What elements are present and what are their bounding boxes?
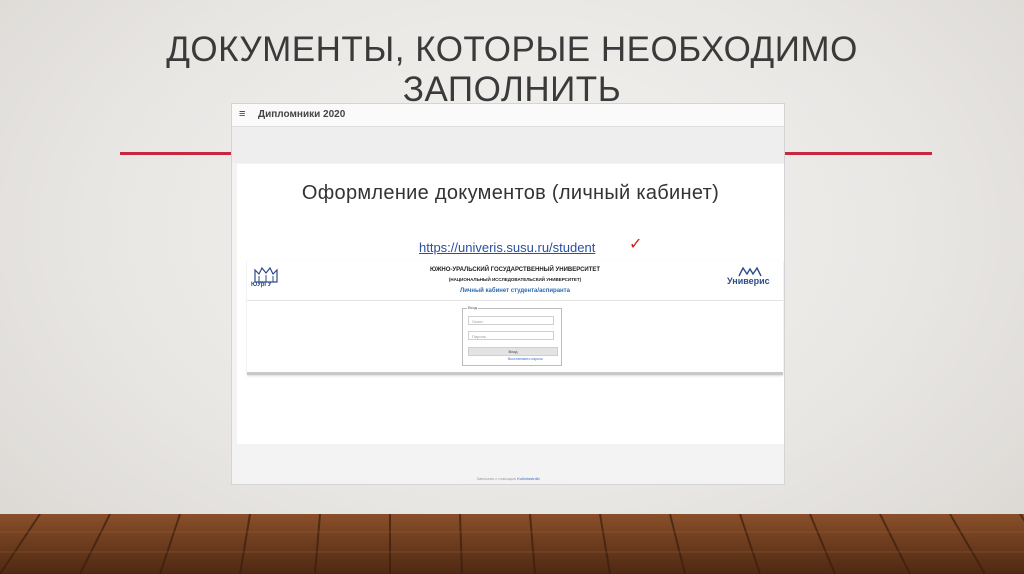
- panel-heading: Оформление документов (личный кабинет): [301, 182, 720, 204]
- login-button[interactable]: Вход: [468, 347, 558, 356]
- university-name: ЮЖНО-УРАЛЬСКИЙ ГОСУДАРСТВЕННЫЙ УНИВЕРСИТ…: [429, 267, 601, 273]
- cabinet-title: Личный кабинет студента/аспиранта: [460, 288, 570, 294]
- right-logo-label: Универис: [727, 276, 770, 286]
- app-header-band: [232, 127, 784, 163]
- accent-rule-left: [120, 152, 232, 155]
- floor-planks-icon: [0, 514, 1024, 574]
- hamburger-icon[interactable]: ≡: [239, 108, 245, 120]
- footer-brand: Kollchastniki: [517, 476, 540, 481]
- student-portal-link[interactable]: https://univeris.susu.ru/student: [419, 240, 595, 255]
- login-form: Вход Логин Пароль Вход Восстановить паро…: [462, 305, 562, 366]
- university-subtitle: (НАЦИОНАЛЬНЫЙ ИССЛЕДОВАТЕЛЬСКИЙ УНИВЕРСИ…: [448, 277, 582, 282]
- accent-rule-right: [782, 152, 932, 155]
- screenshot-footer: Записано с помощью Kollchastniki: [232, 476, 784, 481]
- content-panel: Оформление документов (личный кабинет) h…: [237, 164, 784, 444]
- footer-prefix: Записано с помощью: [476, 476, 517, 481]
- forgot-password-link[interactable]: Восстановить пароль: [508, 357, 543, 361]
- wooden-floor: [0, 514, 1024, 574]
- slide-title-line1: ДОКУМЕНТЫ, КОТОРЫЕ НЕОБХОДИМО ЗАПОЛНИТЬ: [166, 30, 858, 109]
- portal-divider: [247, 300, 783, 301]
- handwritten-check-icon: ✓: [629, 236, 643, 253]
- app-topbar: ≡ Дипломники 2020: [232, 104, 784, 127]
- login-legend: Вход: [467, 305, 479, 310]
- portal-preview: ЮУрГУ ЮЖНО-УРАЛЬСКИЙ ГОСУДАРСТВЕННЫЙ УНИ…: [247, 260, 783, 375]
- login-input[interactable]: Логин: [468, 316, 554, 325]
- app-title: Дипломники 2020: [258, 109, 346, 120]
- embedded-screenshot: ≡ Дипломники 2020 Оформление документов …: [231, 103, 785, 485]
- password-input[interactable]: Пароль: [468, 331, 554, 340]
